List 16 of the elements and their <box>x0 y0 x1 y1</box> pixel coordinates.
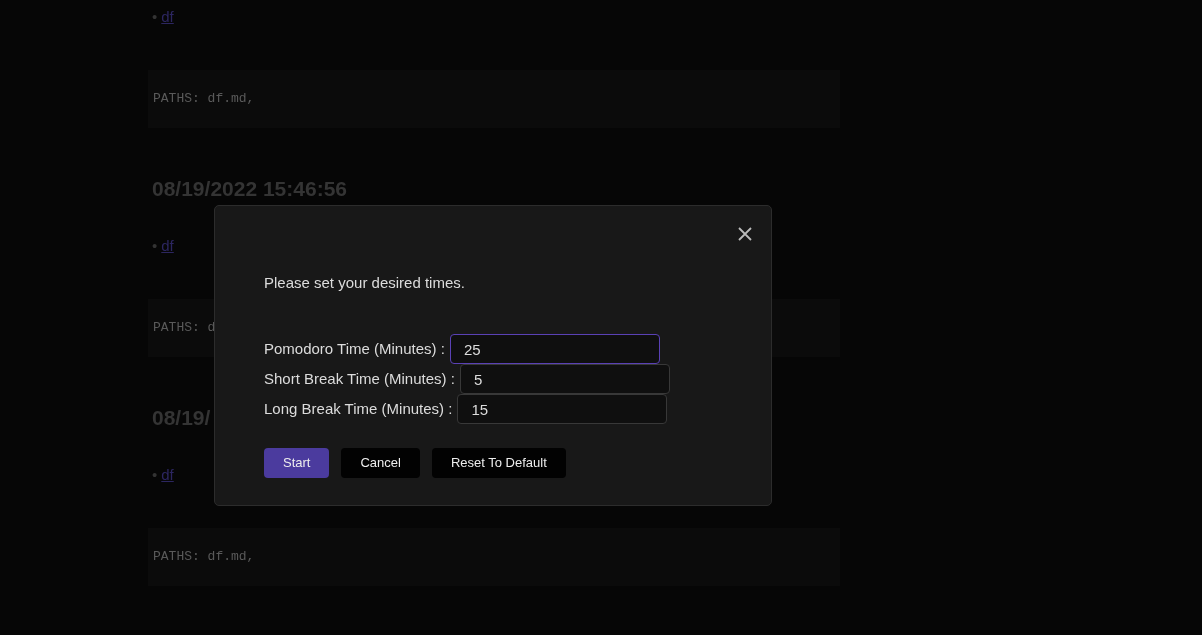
code-text: PATHS: df.md, <box>153 90 255 109</box>
dialog-button[interactable]: Reset To Default <box>431 448 566 478</box>
dialog-button[interactable]: Cancel <box>341 448 420 478</box>
bullet: • <box>152 466 158 483</box>
dialog-message: Please set your desired times. <box>264 273 466 293</box>
field-label: Long Break Time (Minutes) : <box>264 398 453 419</box>
start-button[interactable]: Start <box>264 448 330 478</box>
time-input[interactable]: 5 <box>459 364 670 394</box>
bullet: • <box>152 237 158 254</box>
time-input[interactable]: 15 <box>457 394 668 424</box>
time-input[interactable]: 25 <box>449 334 660 364</box>
field-label: Pomodoro Time (Minutes) : <box>264 338 445 359</box>
bullet: • <box>152 8 158 25</box>
code-text: PATHS: df.md, <box>153 548 255 567</box>
code-text: PATHS: d <box>153 319 216 338</box>
field-label: Short Break Time (Minutes) : <box>264 368 455 389</box>
